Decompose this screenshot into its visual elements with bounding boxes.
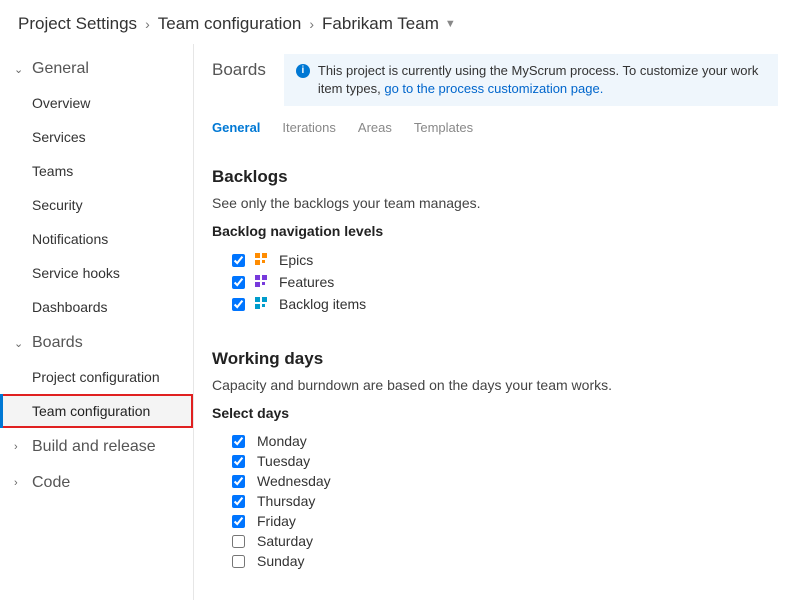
- sidebar-group-label: Boards: [32, 334, 83, 352]
- tab-templates[interactable]: Templates: [414, 120, 473, 141]
- tab-general[interactable]: General: [212, 120, 260, 141]
- tab-bar: General Iterations Areas Templates: [212, 120, 778, 141]
- day-label: Friday: [257, 513, 296, 529]
- chevron-right-icon: ›: [14, 441, 26, 453]
- backlog-level-checkbox[interactable]: [232, 276, 245, 289]
- breadcrumb: Project Settings › Team configuration › …: [0, 0, 796, 44]
- working-days-section: Working days Capacity and burndown are b…: [212, 349, 778, 571]
- day-checkbox[interactable]: [232, 535, 245, 548]
- day-label: Wednesday: [257, 473, 331, 489]
- page-title: Boards: [212, 54, 266, 80]
- day-row: Monday: [232, 431, 778, 451]
- backlog-level-row: Features: [232, 271, 778, 293]
- sidebar-group-label: Build and release: [32, 438, 156, 456]
- section-desc: See only the backlogs your team manages.: [212, 195, 778, 211]
- day-checkbox[interactable]: [232, 555, 245, 568]
- backlog-level-row: Epics: [232, 249, 778, 271]
- section-title: Working days: [212, 349, 778, 369]
- days-list: Monday Tuesday Wednesday Thursday Friday Satu…: [212, 431, 778, 571]
- day-label: Sunday: [257, 553, 304, 569]
- sidebar-item-teams[interactable]: Teams: [0, 154, 193, 188]
- backlog-level-label: Backlog items: [279, 296, 366, 312]
- day-row: Tuesday: [232, 451, 778, 471]
- sidebar-item-dashboards[interactable]: Dashboards: [0, 290, 193, 324]
- breadcrumb-mid[interactable]: Team configuration: [158, 14, 302, 34]
- process-customization-link[interactable]: go to the process customization page.: [384, 81, 603, 96]
- day-label: Saturday: [257, 533, 313, 549]
- backlog-nav-title: Backlog navigation levels: [212, 223, 778, 239]
- backlog-level-label: Features: [279, 274, 334, 290]
- sidebar-item-project-configuration[interactable]: Project configuration: [0, 360, 193, 394]
- sidebar-group-label: General: [32, 60, 89, 78]
- day-row: Wednesday: [232, 471, 778, 491]
- sidebar-item-security[interactable]: Security: [0, 188, 193, 222]
- main-content: Boards i This project is currently using…: [194, 44, 796, 600]
- sidebar-item-service-hooks[interactable]: Service hooks: [0, 256, 193, 290]
- backlog-level-checkbox[interactable]: [232, 254, 245, 267]
- backlog-level-checkbox[interactable]: [232, 298, 245, 311]
- sidebar-item-overview[interactable]: Overview: [0, 86, 193, 120]
- sidebar-group-general[interactable]: ⌄ General: [0, 50, 193, 86]
- section-desc: Capacity and burndown are based on the d…: [212, 377, 778, 393]
- features-icon: [255, 275, 269, 289]
- info-icon: i: [296, 64, 310, 78]
- day-checkbox[interactable]: [232, 455, 245, 468]
- day-checkbox[interactable]: [232, 475, 245, 488]
- sidebar-item-notifications[interactable]: Notifications: [0, 222, 193, 256]
- chevron-right-icon: ›: [145, 16, 150, 32]
- sidebar: ⌄ General OverviewServicesTeamsSecurityNot…: [0, 44, 194, 600]
- backlog-levels-list: Epics Features Backlog items: [212, 249, 778, 315]
- epics-icon: [255, 253, 269, 267]
- info-banner: i This project is currently using the My…: [284, 54, 778, 106]
- backlog-icon: [255, 297, 269, 311]
- sidebar-group-build-and-release[interactable]: › Build and release: [0, 428, 193, 464]
- day-label: Monday: [257, 433, 307, 449]
- day-row: Friday: [232, 511, 778, 531]
- day-label: Tuesday: [257, 453, 310, 469]
- backlog-level-label: Epics: [279, 252, 313, 268]
- day-row: Saturday: [232, 531, 778, 551]
- day-checkbox[interactable]: [232, 495, 245, 508]
- tab-iterations[interactable]: Iterations: [282, 120, 335, 141]
- sidebar-item-team-configuration[interactable]: Team configuration: [0, 394, 193, 428]
- tab-areas[interactable]: Areas: [358, 120, 392, 141]
- sidebar-group-boards[interactable]: ⌄ Boards: [0, 324, 193, 360]
- breadcrumb-team-picker[interactable]: Fabrikam Team ▼: [322, 14, 456, 34]
- backlog-level-row: Backlog items: [232, 293, 778, 315]
- day-checkbox[interactable]: [232, 435, 245, 448]
- chevron-down-icon: ▼: [445, 18, 456, 30]
- chevron-down-icon: ⌄: [14, 337, 26, 350]
- select-days-title: Select days: [212, 405, 778, 421]
- breadcrumb-last: Fabrikam Team: [322, 14, 439, 34]
- chevron-right-icon: ›: [309, 16, 314, 32]
- chevron-down-icon: ⌄: [14, 63, 26, 76]
- day-row: Thursday: [232, 491, 778, 511]
- section-title: Backlogs: [212, 167, 778, 187]
- info-banner-text: This project is currently using the MySc…: [318, 62, 766, 98]
- backlogs-section: Backlogs See only the backlogs your team…: [212, 167, 778, 315]
- chevron-right-icon: ›: [14, 477, 26, 489]
- sidebar-group-code[interactable]: › Code: [0, 464, 193, 500]
- day-label: Thursday: [257, 493, 315, 509]
- sidebar-group-label: Code: [32, 474, 70, 492]
- sidebar-item-services[interactable]: Services: [0, 120, 193, 154]
- breadcrumb-root[interactable]: Project Settings: [18, 14, 137, 34]
- day-row: Sunday: [232, 551, 778, 571]
- day-checkbox[interactable]: [232, 515, 245, 528]
